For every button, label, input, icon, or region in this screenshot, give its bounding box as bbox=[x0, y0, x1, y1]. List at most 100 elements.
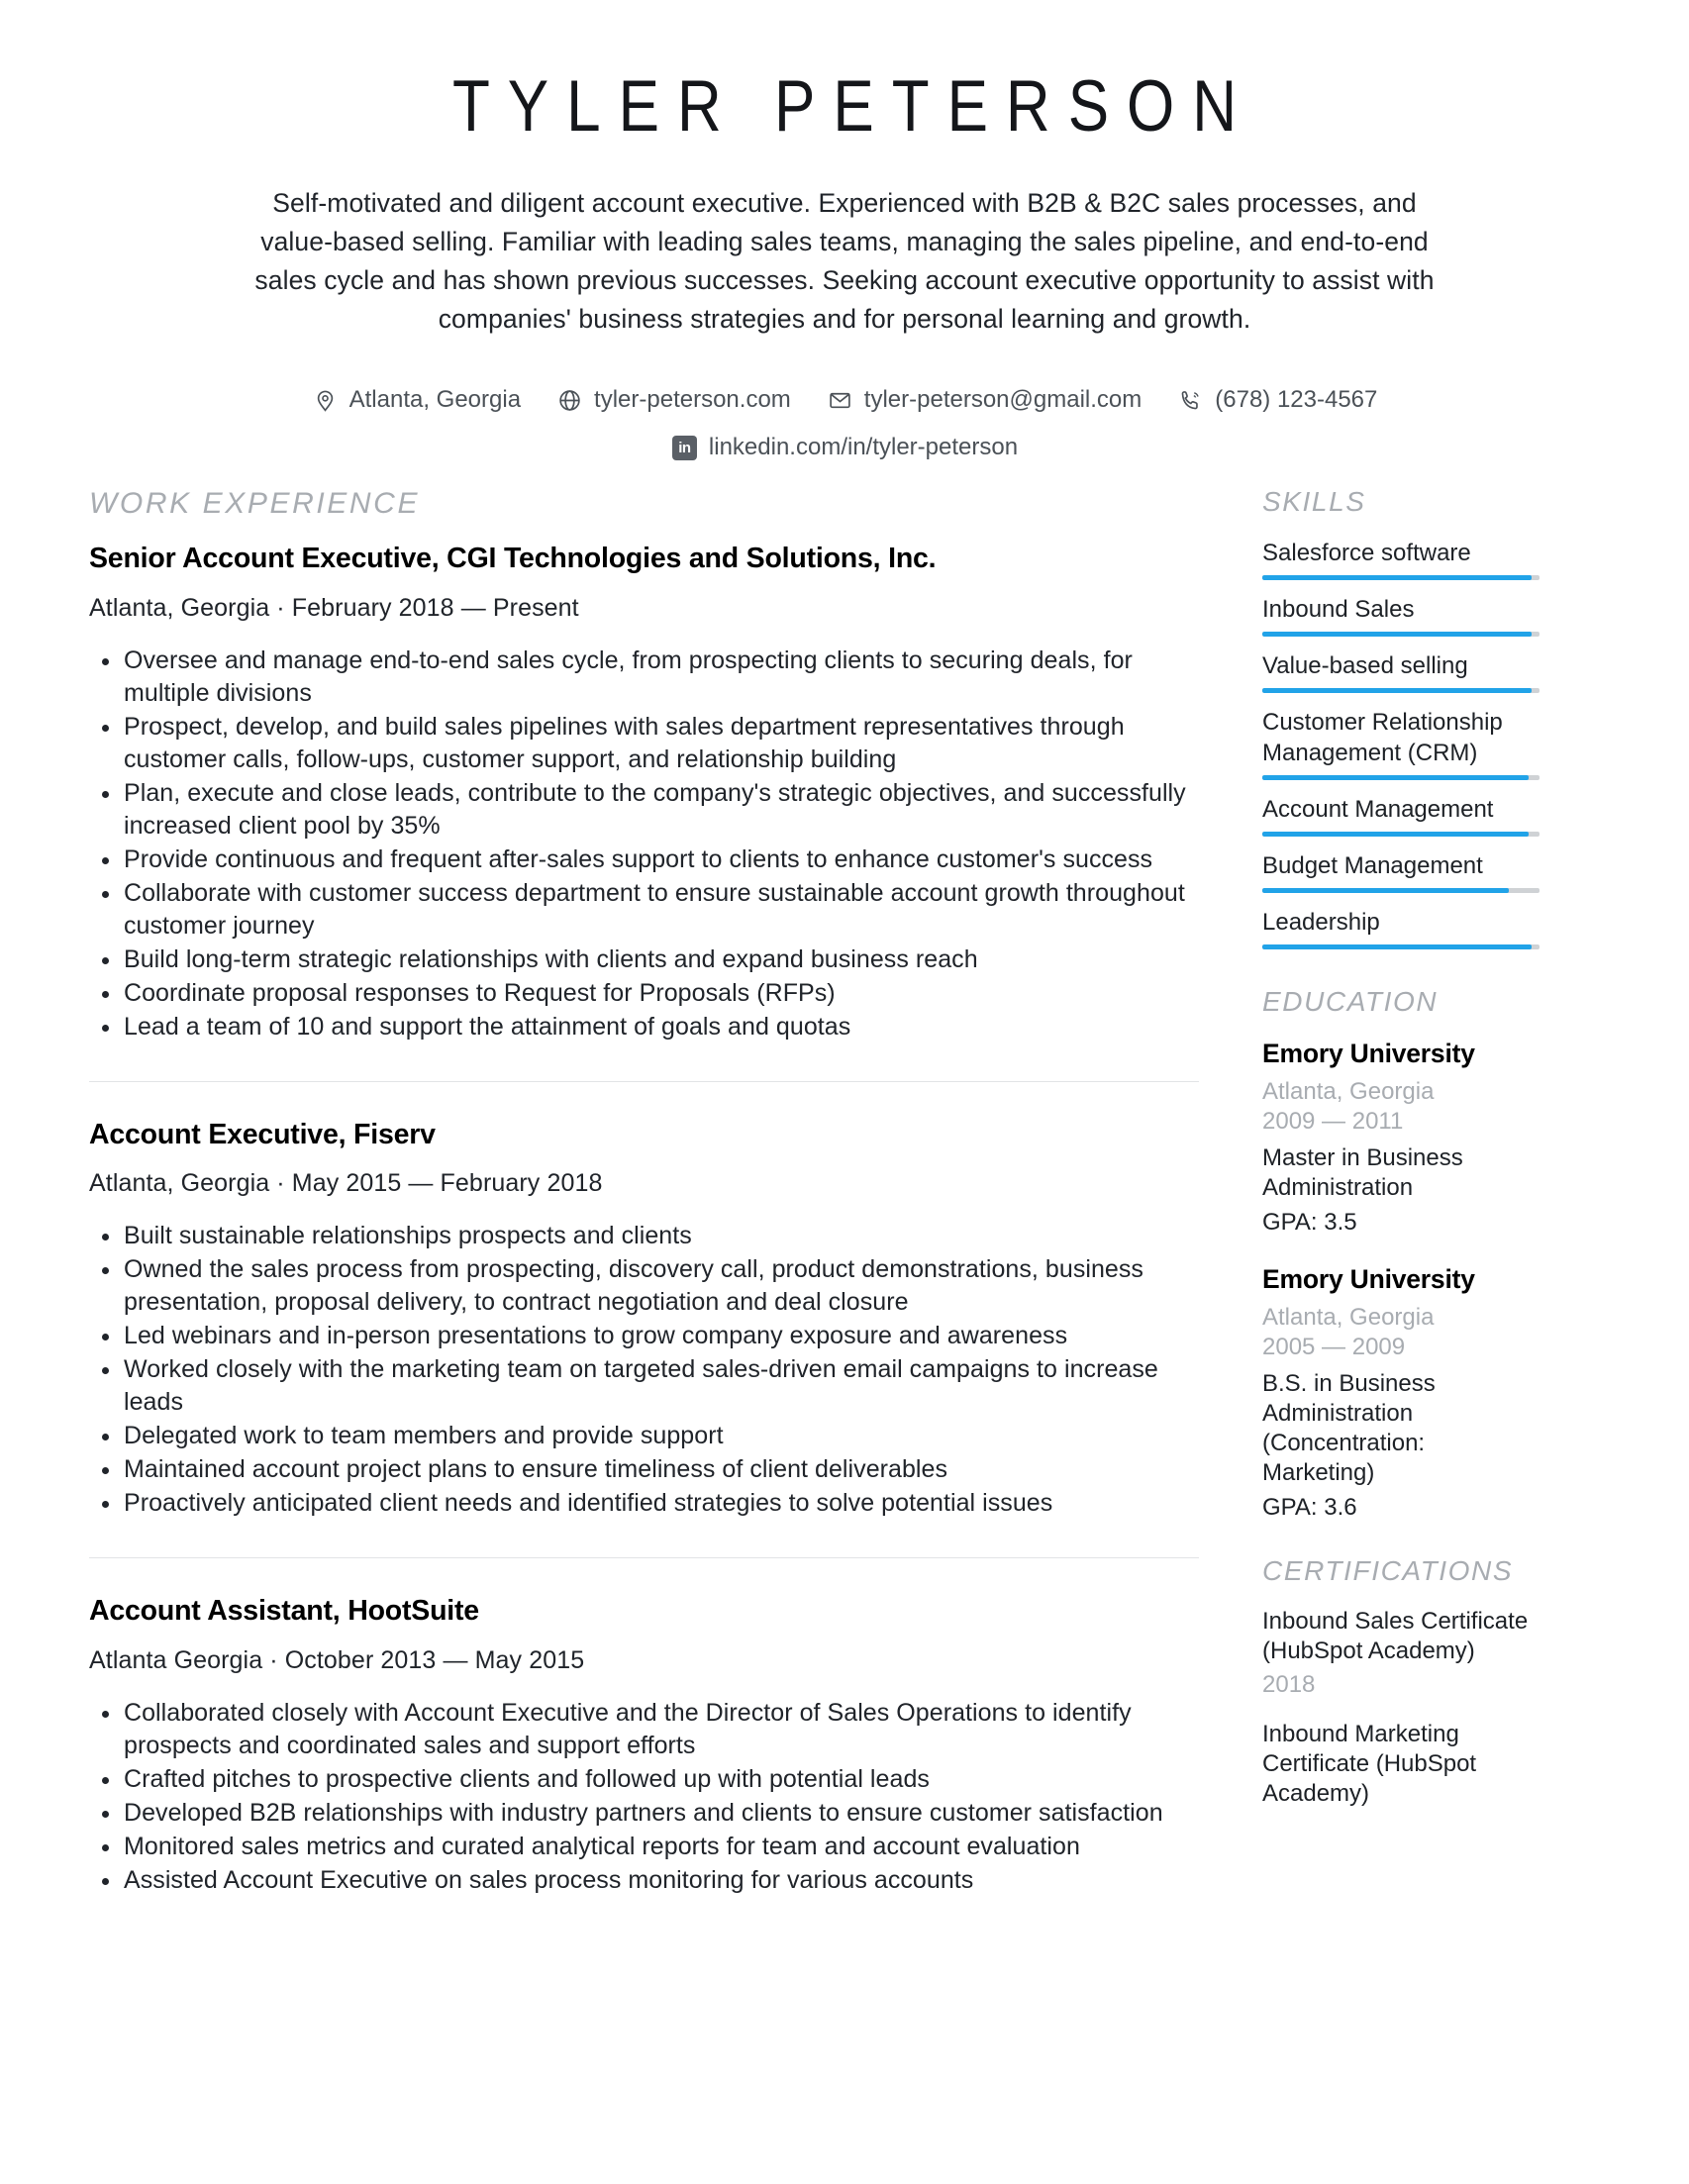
phone-icon bbox=[1177, 387, 1204, 414]
divider bbox=[89, 1080, 1199, 1082]
sidebar: SKILLS Salesforce software Inbound Sales… bbox=[1262, 486, 1540, 1829]
list-item: Prospect, develop, and build sales pipel… bbox=[89, 711, 1199, 776]
contact-phone[interactable]: (678) 123-4567 bbox=[1177, 386, 1377, 414]
skill-item: Salesforce software bbox=[1262, 538, 1540, 580]
certification-year: 2018 bbox=[1262, 1670, 1316, 1698]
contact-email-text: tyler-peterson@gmail.com bbox=[863, 386, 1143, 413]
contact-phone-text: (678) 123-4567 bbox=[1215, 386, 1378, 413]
skill-progress-fill bbox=[1262, 887, 1510, 893]
certification-name: Inbound Sales Certificate (HubSpot Acade… bbox=[1262, 1607, 1529, 1664]
job-meta: Atlanta Georgia · October 2013 — May 201… bbox=[89, 1645, 585, 1674]
section-title-skills: SKILLS bbox=[1262, 486, 1366, 517]
list-item: Developed B2B relationships with industr… bbox=[89, 1797, 1199, 1830]
job-title: Senior Account Executive, CGI Technologi… bbox=[89, 543, 937, 574]
education-entry: Emory University Atlanta, Georgia 2005 —… bbox=[1262, 1263, 1540, 1523]
globe-icon bbox=[556, 387, 583, 414]
skill-label: Inbound Sales bbox=[1262, 595, 1415, 623]
contact-website-text: tyler-peterson.com bbox=[594, 386, 791, 413]
skill-progress-fill bbox=[1262, 687, 1532, 693]
education-years: 2009 — 2011 bbox=[1262, 1107, 1404, 1135]
education-degree: B.S. in Business Administration (Concent… bbox=[1262, 1369, 1436, 1486]
skill-item: Value-based selling bbox=[1262, 650, 1540, 693]
skill-item: Inbound Sales bbox=[1262, 594, 1540, 637]
resume-body: WORK EXPERIENCE Senior Account Executive… bbox=[0, 486, 1689, 1901]
professional-summary: Self-motivated and diligent account exec… bbox=[254, 188, 1435, 334]
list-item: Provide continuous and frequent after-sa… bbox=[89, 844, 1199, 876]
list-item: Collaborate with customer success depart… bbox=[89, 877, 1199, 943]
education-entry: Emory University Atlanta, Georgia 2009 —… bbox=[1262, 1038, 1540, 1238]
section-title-certifications: CERTIFICATIONS bbox=[1262, 1554, 1514, 1586]
job-bullets: Built sustainable relationships prospect… bbox=[89, 1220, 1199, 1520]
list-item: Coordinate proposal responses to Request… bbox=[89, 977, 1199, 1010]
skill-item: Budget Management bbox=[1262, 850, 1540, 893]
contact-location[interactable]: Atlanta, Georgia bbox=[312, 386, 521, 414]
list-item: Maintained account project plans to ensu… bbox=[89, 1453, 1199, 1486]
job-title: Account Executive, Fiserv bbox=[89, 1118, 436, 1150]
list-item: Build long-term strategic relationships … bbox=[89, 943, 1199, 976]
job-bullets: Oversee and manage end-to-end sales cycl… bbox=[89, 645, 1199, 1043]
contact-linkedin-text: linkedin.com/in/tyler-peterson bbox=[708, 434, 1019, 460]
linkedin-badge-label: in bbox=[671, 435, 697, 460]
contact-website[interactable]: tyler-peterson.com bbox=[556, 386, 791, 414]
skill-item: Account Management bbox=[1262, 794, 1540, 837]
list-item: Crafted pitches to prospective clients a… bbox=[89, 1763, 1199, 1796]
divider bbox=[89, 1557, 1199, 1559]
resume-page: TYLER PETERSON Self-motivated and dilige… bbox=[0, 0, 1689, 2184]
skill-progress-track bbox=[1262, 687, 1540, 693]
list-item: Delegated work to team members and provi… bbox=[89, 1420, 1199, 1452]
skill-label: Budget Management bbox=[1262, 851, 1483, 879]
education-years: 2005 — 2009 bbox=[1262, 1333, 1406, 1360]
skill-progress-track bbox=[1262, 631, 1540, 637]
skill-progress-track bbox=[1262, 887, 1540, 893]
education-degree: Master in Business Administration bbox=[1262, 1143, 1463, 1201]
linkedin-icon: in bbox=[671, 435, 698, 461]
education-school: Emory University bbox=[1262, 1263, 1475, 1294]
skill-label: Salesforce software bbox=[1262, 539, 1471, 566]
skill-label: Account Management bbox=[1262, 795, 1494, 823]
contact-linkedin[interactable]: in linkedin.com/in/tyler-peterson bbox=[671, 434, 1018, 461]
skill-progress-fill bbox=[1262, 943, 1532, 949]
job-title: Account Assistant, HootSuite bbox=[89, 1595, 479, 1628]
list-item: Plan, execute and close leads, contribut… bbox=[89, 777, 1199, 843]
skill-label: Leadership bbox=[1262, 908, 1380, 936]
skill-progress-track bbox=[1262, 574, 1540, 580]
section-title-work-experience: WORK EXPERIENCE bbox=[89, 487, 421, 520]
list-item: Lead a team of 10 and support the attain… bbox=[89, 1011, 1199, 1043]
skill-label: Customer Relationship Management (CRM) bbox=[1262, 708, 1503, 766]
skill-progress-track bbox=[1262, 774, 1540, 780]
education-location: Atlanta, Georgia bbox=[1262, 1303, 1435, 1331]
skill-progress-fill bbox=[1262, 774, 1529, 780]
contact-row: Atlanta, Georgia tyler-peterson.com tyle… bbox=[109, 386, 1580, 414]
list-item: Monitored sales metrics and curated anal… bbox=[89, 1831, 1199, 1863]
location-pin-icon bbox=[312, 387, 339, 414]
education-gpa: GPA: 3.6 bbox=[1262, 1493, 1357, 1521]
job-bullets: Collaborated closely with Account Execut… bbox=[89, 1697, 1199, 1897]
skill-item: Leadership bbox=[1262, 907, 1540, 949]
job-meta: Atlanta, Georgia · May 2015 — February 2… bbox=[89, 1169, 603, 1198]
job-entry: Account Executive, Fiserv Atlanta, Georg… bbox=[89, 1118, 1199, 1521]
list-item: Assisted Account Executive on sales proc… bbox=[89, 1864, 1199, 1897]
main-column: WORK EXPERIENCE Senior Account Executive… bbox=[89, 487, 1262, 1901]
education-location: Atlanta, Georgia bbox=[1262, 1077, 1435, 1105]
list-item: Oversee and manage end-to-end sales cycl… bbox=[89, 645, 1199, 710]
skill-progress-fill bbox=[1262, 631, 1532, 637]
list-item: Proactively anticipated client needs and… bbox=[89, 1487, 1199, 1520]
envelope-icon bbox=[827, 387, 853, 414]
page-title: TYLER PETERSON bbox=[451, 66, 1255, 148]
contact-email[interactable]: tyler-peterson@gmail.com bbox=[827, 386, 1142, 414]
skill-label: Value-based selling bbox=[1262, 651, 1468, 679]
certification-name: Inbound Marketing Certificate (HubSpot A… bbox=[1262, 1720, 1477, 1807]
linkedin-row: in linkedin.com/in/tyler-peterson bbox=[109, 434, 1580, 461]
job-meta: Atlanta, Georgia · February 2018 — Prese… bbox=[89, 593, 579, 622]
skill-progress-fill bbox=[1262, 574, 1532, 580]
list-item: Owned the sales process from prospecting… bbox=[89, 1253, 1199, 1319]
skill-progress-track bbox=[1262, 831, 1540, 837]
skill-progress-fill bbox=[1262, 831, 1529, 837]
job-entry: Senior Account Executive, CGI Technologi… bbox=[89, 542, 1199, 1043]
education-school: Emory University bbox=[1262, 1038, 1475, 1068]
list-item: Led webinars and in-person presentations… bbox=[89, 1320, 1199, 1352]
list-item: Worked closely with the marketing team o… bbox=[89, 1353, 1199, 1419]
skill-item: Customer Relationship Management (CRM) bbox=[1262, 707, 1540, 780]
skill-progress-track bbox=[1262, 943, 1540, 949]
contact-location-text: Atlanta, Georgia bbox=[348, 386, 522, 413]
